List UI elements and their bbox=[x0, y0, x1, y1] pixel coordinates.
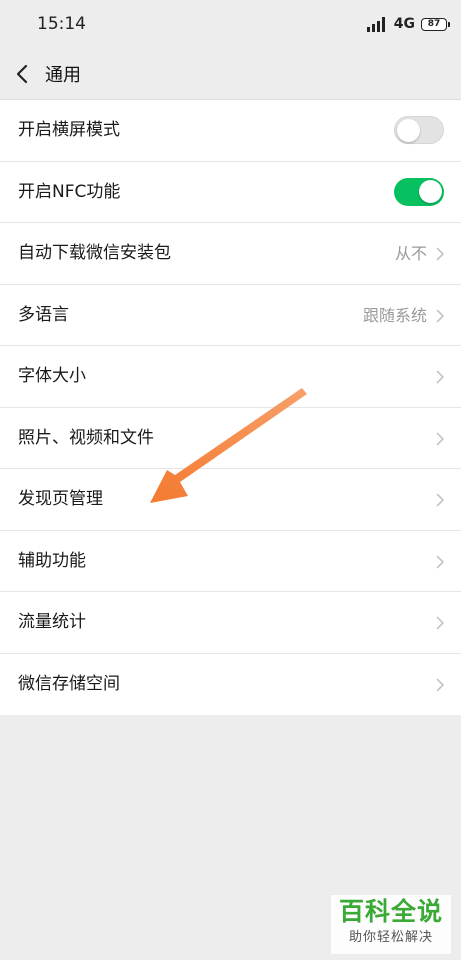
signal-icon bbox=[366, 17, 385, 32]
row-label: 照片、视频和文件 bbox=[18, 427, 154, 448]
page-title: 通用 bbox=[45, 65, 81, 86]
chevron-right-icon bbox=[436, 309, 444, 322]
watermark-logo: 百科全说 助你轻松解决 bbox=[331, 895, 451, 954]
row-label: 发现页管理 bbox=[18, 489, 103, 509]
chevron-right-icon bbox=[436, 616, 444, 630]
chevron-right-icon bbox=[436, 493, 444, 507]
row-label: 微信存储空间 bbox=[18, 673, 120, 694]
row-label: 开启NFC功能 bbox=[18, 181, 121, 202]
status-bar: 15:14 4G 87 bbox=[0, 0, 461, 48]
row-label: 流量统计 bbox=[18, 612, 86, 632]
chevron-right-icon bbox=[436, 678, 444, 691]
network-label: 4G bbox=[393, 16, 415, 32]
row-label: 辅助功能 bbox=[18, 550, 86, 571]
row-label: 自动下载微信安装包 bbox=[18, 243, 171, 263]
battery-icon: 87 bbox=[421, 17, 450, 31]
chevron-right-icon bbox=[436, 247, 444, 261]
chevron-left-icon[interactable] bbox=[10, 60, 36, 88]
status-time: 15:14 bbox=[37, 14, 86, 34]
battery-level: 87 bbox=[427, 18, 441, 29]
watermark-title: 百科全说 bbox=[338, 897, 443, 926]
settings-row-media-files[interactable]: 照片、视频和文件 bbox=[0, 408, 461, 469]
toggle-knob bbox=[419, 179, 442, 203]
settings-row-font-size[interactable]: 字体大小 bbox=[0, 346, 461, 408]
settings-row-nfc[interactable]: 开启NFC功能 bbox=[0, 162, 461, 223]
chevron-right-icon bbox=[436, 432, 444, 445]
chevron-right-icon bbox=[436, 555, 444, 568]
settings-row-accessibility[interactable]: 辅助功能 bbox=[0, 531, 461, 592]
row-label: 多语言 bbox=[18, 304, 69, 325]
nav-bar: 通用 bbox=[0, 48, 461, 100]
row-label: 开启横屏模式 bbox=[18, 120, 120, 140]
settings-row-data-usage[interactable]: 流量统计 bbox=[0, 592, 461, 654]
settings-row-storage[interactable]: 微信存储空间 bbox=[0, 654, 461, 716]
watermark-subtitle: 助你轻松解决 bbox=[348, 930, 433, 945]
toggle-knob bbox=[397, 118, 420, 142]
row-label: 字体大小 bbox=[18, 366, 86, 386]
settings-row-auto-download[interactable]: 自动下载微信安装包 从不 bbox=[0, 223, 461, 285]
nfc-toggle[interactable] bbox=[394, 177, 444, 206]
chevron-right-icon bbox=[436, 370, 444, 384]
row-value: 跟随系统 bbox=[362, 305, 427, 325]
settings-list: 开启横屏模式 开启NFC功能 自动下载微信安装包 从不 多语言 跟随系统 字体大… bbox=[0, 100, 461, 715]
row-value: 从不 bbox=[394, 244, 427, 263]
settings-row-language[interactable]: 多语言 跟随系统 bbox=[0, 285, 461, 346]
landscape-mode-toggle[interactable] bbox=[394, 116, 444, 144]
status-icons: 4G 87 bbox=[366, 14, 450, 34]
settings-row-discover-management[interactable]: 发现页管理 bbox=[0, 469, 461, 531]
settings-row-landscape-mode[interactable]: 开启横屏模式 bbox=[0, 100, 461, 162]
